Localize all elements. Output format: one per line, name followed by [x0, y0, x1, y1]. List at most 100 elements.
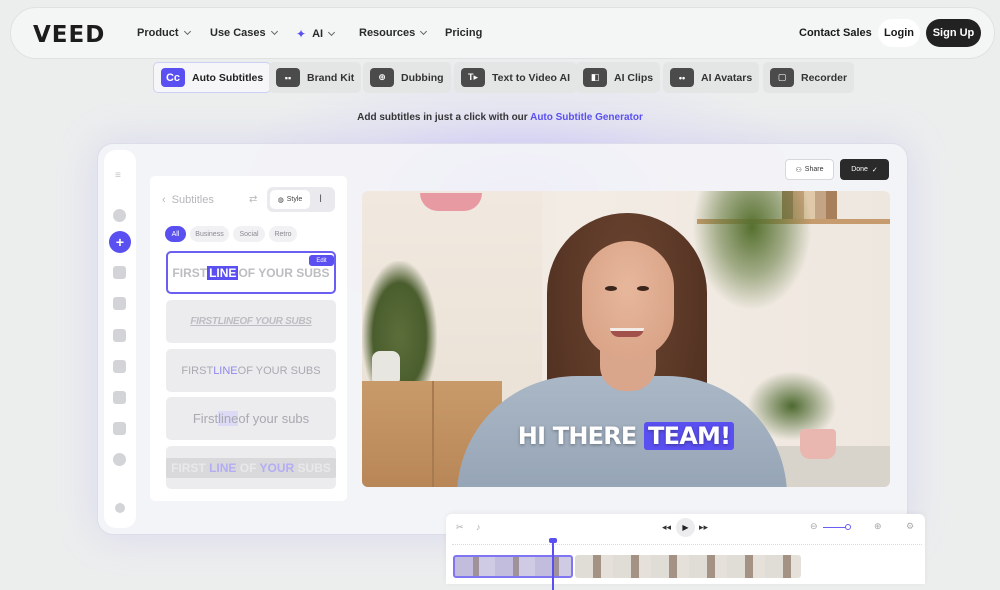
veed-logo[interactable]: VEED — [33, 22, 105, 48]
card-highlight: LINE — [213, 364, 238, 377]
card-text: First — [192, 411, 219, 426]
subtitle-style-card[interactable]: FIRST LINE OF YOUR SUBS — [166, 349, 336, 392]
record-icon[interactable] — [113, 391, 126, 404]
audio-icon[interactable] — [113, 266, 126, 279]
signup-button[interactable]: Sign Up — [926, 19, 981, 47]
done-button[interactable]: Done ✓ — [840, 159, 889, 180]
tab-brand-kit[interactable]: ▪▪ Brand Kit — [269, 62, 362, 93]
split-icon[interactable]: ✂ — [456, 522, 464, 533]
elements-icon[interactable] — [113, 360, 126, 373]
tab-ai-avatars[interactable]: •• AI Avatars — [663, 62, 760, 93]
text-cursor-icon[interactable]: I — [319, 193, 322, 205]
wall-clock — [420, 193, 482, 211]
card-highlight: LINE — [209, 460, 237, 475]
auto-subtitle-generator-link[interactable]: Auto Subtitle Generator — [530, 112, 643, 123]
subtitles-icon[interactable] — [113, 297, 126, 310]
video-clip[interactable] — [575, 555, 801, 578]
add-icon[interactable]: + — [109, 231, 131, 253]
tab-label: Auto Subtitles — [192, 71, 264, 84]
help-icon[interactable] — [115, 503, 125, 513]
chevron-down-icon — [328, 28, 336, 37]
card-text: FIRST — [181, 364, 214, 377]
share-label: Share — [804, 166, 824, 173]
nav-ai[interactable]: ✦ AI — [296, 27, 336, 41]
edit-badge[interactable]: Edit — [309, 255, 334, 266]
avatar-icon: •• — [670, 68, 694, 87]
play-button[interactable]: ▶ — [676, 518, 695, 537]
card-highlight: line — [218, 411, 239, 426]
video-preview[interactable]: HI THERE TEAM! — [362, 191, 890, 487]
selected-video-clip[interactable] — [453, 555, 573, 578]
subtitle-style-card[interactable]: First line of your subs — [166, 397, 336, 440]
chevron-down-icon — [183, 27, 191, 36]
nav-resources[interactable]: Resources — [359, 27, 428, 39]
subtitle-style-card[interactable]: FIRST LINE OF YOUR SUBS — [166, 446, 336, 489]
brand-kit-icon: ▪▪ — [276, 68, 300, 87]
card-text: OF YOUR SUBS — [237, 364, 321, 377]
tab-label: Recorder — [801, 71, 848, 84]
card-highlight: LINE — [207, 265, 239, 280]
add-user-icon: ⚇ — [795, 166, 802, 174]
chevron-down-icon — [420, 27, 428, 36]
subtitle-style-card[interactable]: FIRST LINE OF YOUR SUBS — [166, 300, 336, 343]
vase — [372, 351, 400, 383]
card-text: FIRST — [171, 460, 210, 475]
tab-label: Brand Kit — [307, 71, 355, 84]
nav-product-label: Product — [137, 27, 179, 39]
recorder-icon: ▢ — [770, 68, 794, 87]
fast-forward-icon[interactable]: ▸▸ — [699, 522, 708, 533]
person-eye — [637, 286, 649, 291]
nav-product[interactable]: Product — [137, 27, 191, 39]
caption-text: HI THERE — [517, 422, 645, 450]
chip-social[interactable]: Social — [233, 226, 265, 242]
text-icon[interactable] — [113, 329, 126, 342]
chip-retro[interactable]: Retro — [269, 226, 297, 242]
nav-use-cases[interactable]: Use Cases — [210, 27, 278, 39]
card-text: SUBS — [294, 460, 331, 475]
nav-use-cases-label: Use Cases — [210, 27, 266, 39]
media-icon[interactable] — [113, 209, 126, 222]
tab-auto-subtitles[interactable]: Cc Auto Subtitles — [153, 62, 272, 93]
microphone-icon[interactable]: ♪ — [476, 522, 481, 532]
tab-label: Text to Video AI — [492, 71, 570, 84]
chip-business[interactable]: Business — [190, 226, 229, 242]
card-text: OF YOUR SUBS — [239, 316, 312, 327]
transitions-icon[interactable] — [113, 422, 126, 435]
zoom-out-icon[interactable]: ⊖ — [810, 521, 818, 532]
rewind-icon[interactable]: ◂◂ — [662, 522, 671, 533]
nav-pricing-label: Pricing — [445, 27, 483, 39]
swap-icon[interactable]: ⇄ — [249, 194, 257, 205]
back-chevron-icon[interactable]: ‹ — [162, 194, 166, 206]
login-button[interactable]: Login — [878, 19, 920, 47]
tab-label: AI Clips — [614, 71, 654, 84]
tab-recorder[interactable]: ▢ Recorder — [763, 62, 855, 93]
palette-icon: ◍ — [277, 196, 284, 204]
globe-icon: ⊕ — [370, 68, 394, 87]
person-face — [582, 241, 674, 359]
video-caption[interactable]: HI THERE TEAM! — [362, 422, 890, 450]
nav-resources-label: Resources — [359, 27, 416, 39]
chip-all[interactable]: All — [165, 226, 186, 242]
card-text: OF — [236, 460, 260, 475]
tab-text-to-video[interactable]: T▸ Text to Video AI — [454, 62, 577, 93]
contact-sales-link[interactable]: Contact Sales — [799, 27, 872, 39]
card-text-box: FIRST LINE OF YOUR SUBS — [166, 457, 336, 478]
card-text: of your subs — [238, 411, 310, 426]
tagline-text: Add subtitles in just a click with our — [357, 112, 531, 123]
hanging-plant — [692, 191, 812, 311]
tab-dubbing[interactable]: ⊕ Dubbing — [363, 62, 451, 93]
menu-icon[interactable]: ≡ — [115, 170, 121, 181]
card-highlight: YOUR — [259, 460, 295, 475]
style-button[interactable]: ◍ Style — [270, 190, 310, 209]
filters-icon[interactable] — [113, 453, 126, 466]
share-button[interactable]: ⚇ Share — [785, 159, 834, 180]
top-nav: VEED Product Use Cases ✦ AI Resources Pri… — [10, 7, 995, 59]
sparkle-icon: ✦ — [296, 27, 307, 41]
zoom-in-icon[interactable]: ⊕ — [874, 521, 882, 532]
tab-ai-clips[interactable]: ◧ AI Clips — [576, 62, 661, 93]
playhead[interactable] — [549, 538, 557, 590]
nav-pricing[interactable]: Pricing — [445, 27, 482, 39]
person-eye — [605, 286, 617, 291]
settings-icon[interactable]: ⚙ — [906, 521, 914, 532]
zoom-slider-handle[interactable] — [845, 524, 851, 530]
